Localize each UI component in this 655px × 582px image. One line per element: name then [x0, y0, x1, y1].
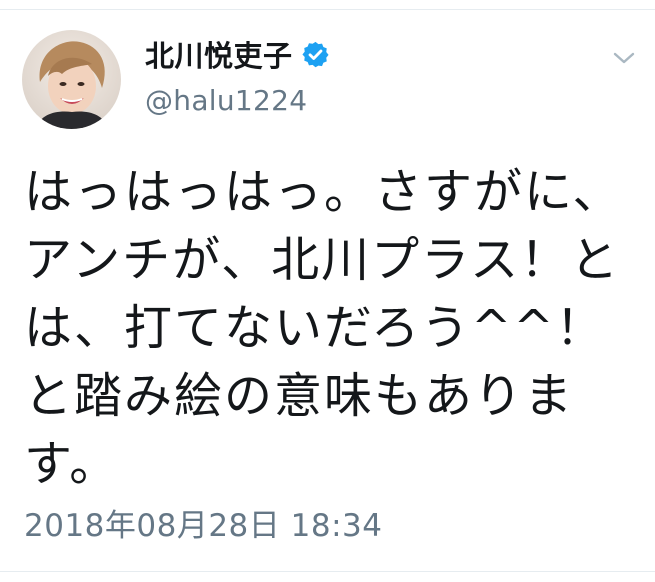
chevron-down-icon[interactable]	[612, 50, 636, 66]
tweet-text: はっはっはっ。さすがに、アンチが、北川プラス！とは、打てないだろう^^！と踏み絵…	[24, 164, 623, 492]
tweet-card: 北川悦吏子 @halu1224 はっはっはっ。さすがに、アンチが、北川プラス！と…	[0, 0, 655, 582]
tweet-timestamp[interactable]: 2018年08月28日 18:34	[24, 500, 382, 545]
bottom-divider	[0, 571, 655, 572]
display-name[interactable]: 北川悦吏子	[145, 33, 293, 75]
avatar-photo	[22, 30, 121, 129]
verified-badge-icon	[301, 40, 330, 69]
user-handle[interactable]: @halu1224	[145, 84, 307, 117]
display-name-row: 北川悦吏子	[145, 34, 330, 74]
avatar[interactable]	[22, 30, 121, 129]
